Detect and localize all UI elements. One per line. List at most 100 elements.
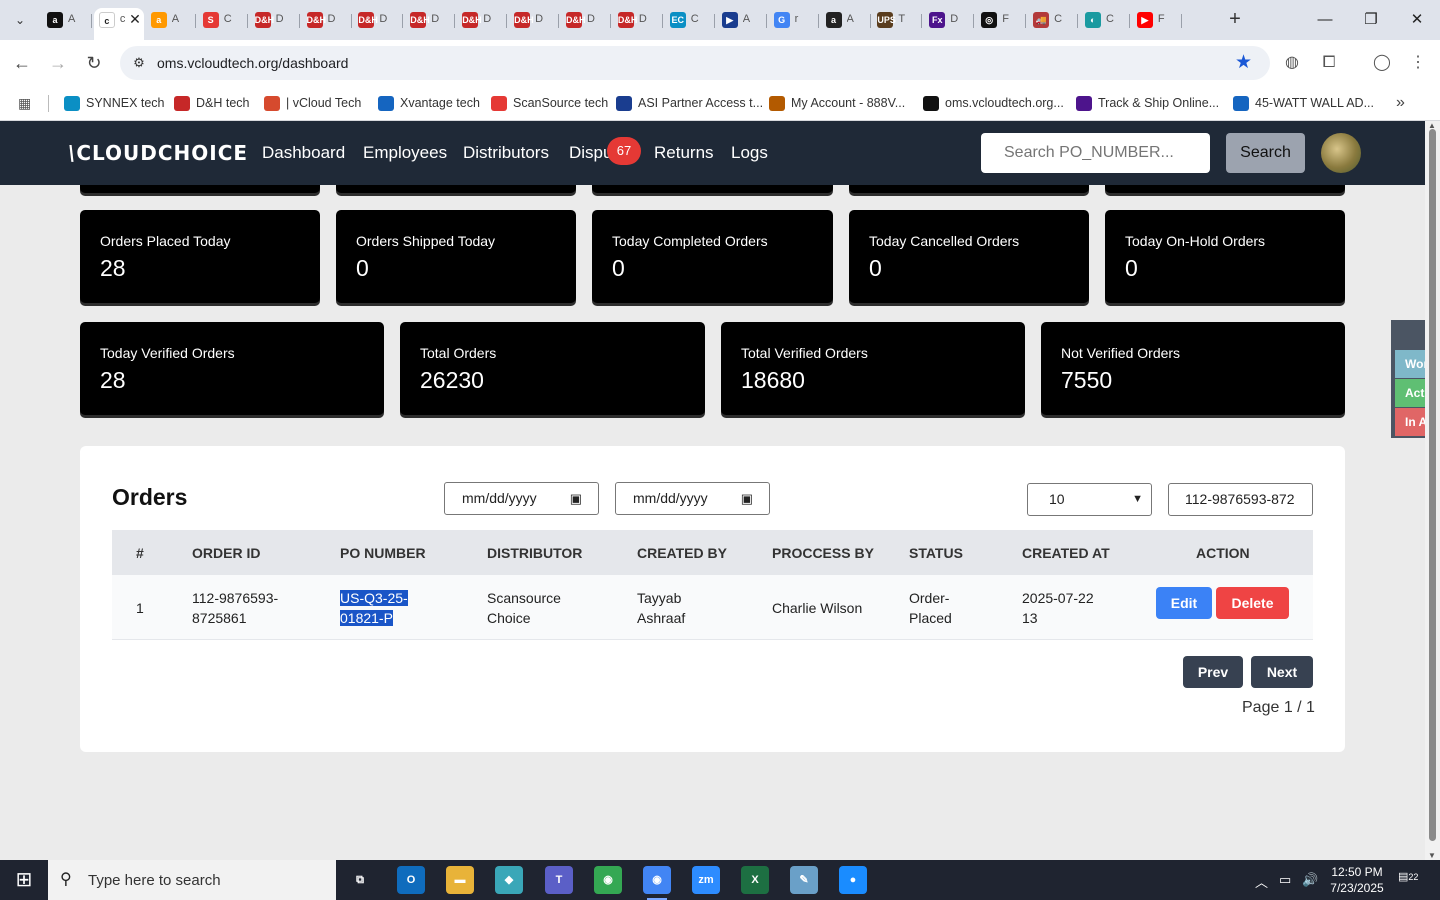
calendar-icon[interactable]: ▣: [570, 483, 582, 514]
app-blue-icon[interactable]: ●: [839, 866, 867, 894]
status-inactive-chip[interactable]: In Active: [1395, 408, 1425, 436]
next-page-button[interactable]: Next: [1251, 656, 1313, 688]
address-bar[interactable]: ⚙ oms.vcloudtech.org/dashboard ★: [120, 46, 1270, 80]
network-icon[interactable]: ▭: [1279, 872, 1291, 888]
stat-value: 28: [100, 367, 126, 393]
excel-icon[interactable]: X: [741, 866, 769, 894]
charger-icon: [1233, 96, 1249, 111]
browser-tab[interactable]: D&H D: [250, 8, 300, 34]
dh-icon: D&H: [617, 12, 637, 28]
browser-tab[interactable]: c c ✕: [93, 8, 144, 40]
status-working-chip[interactable]: Working: [1395, 350, 1425, 378]
app-diamond-icon[interactable]: ◆: [495, 866, 523, 894]
browser-tab[interactable]: SC: [198, 8, 248, 34]
prev-page-button[interactable]: Prev: [1183, 656, 1243, 688]
xvantage-icon: [378, 96, 394, 111]
new-tab-button[interactable]: +: [1224, 8, 1246, 32]
browser-tab[interactable]: EC C: [665, 8, 715, 34]
tab-title: D: [638, 13, 647, 25]
outlook-icon[interactable]: O: [397, 866, 425, 894]
browser-tab[interactable]: D&H D: [302, 8, 352, 34]
taskbar-search-box[interactable]: ⚲ Type here to search: [48, 860, 336, 900]
minimize-button[interactable]: —: [1310, 8, 1340, 32]
nav-returns[interactable]: Returns: [654, 143, 714, 163]
browser-tab[interactable]: Gr: [769, 8, 819, 34]
more-bookmarks-icon[interactable]: »: [1396, 94, 1405, 112]
cell-created-by: Tayyab Ashraaf: [637, 590, 686, 626]
clock-date: 7/23/2025: [1330, 881, 1384, 895]
tab-search-chevron-icon[interactable]: ⌄: [8, 8, 32, 32]
menu-kebab-icon[interactable]: ⋮: [1406, 51, 1430, 75]
po-search-input[interactable]: [981, 133, 1210, 173]
browser-tab[interactable]: UPS T: [872, 8, 922, 34]
date-from-input[interactable]: mm/dd/yyyy ▣: [444, 482, 599, 515]
browser-tab[interactable]: ▶ A: [717, 8, 767, 34]
tray-chevron-icon[interactable]: ︿: [1255, 872, 1268, 891]
scroll-down-icon[interactable]: ▼: [1428, 851, 1436, 860]
tab-title: T: [898, 13, 906, 25]
apps-grid-icon[interactable]: ▦: [18, 95, 34, 111]
reload-button[interactable]: ↻: [82, 51, 106, 75]
close-tab-icon[interactable]: ✕: [129, 11, 141, 28]
nav-logs[interactable]: Logs: [731, 143, 768, 163]
bookmark-star-icon[interactable]: ★: [1235, 51, 1252, 74]
calendar-icon[interactable]: ▣: [741, 483, 753, 514]
page-size-select[interactable]: 10 ▼: [1027, 483, 1152, 516]
notepad-icon[interactable]: ✎: [790, 866, 818, 894]
date-to-input[interactable]: mm/dd/yyyy ▣: [615, 482, 770, 515]
zoom-icon[interactable]: zm: [692, 866, 720, 894]
col-created-at: CREATED AT: [1022, 545, 1110, 561]
browser-tab[interactable]: aA: [821, 8, 871, 34]
nav-distributors[interactable]: Distributors: [463, 143, 549, 163]
bookmark-label: 45-WATT WALL AD...: [1255, 96, 1375, 110]
translate-icon[interactable]: ◍: [1280, 51, 1304, 75]
volume-icon[interactable]: 🔊: [1302, 872, 1318, 888]
teams-icon[interactable]: T: [545, 866, 573, 894]
browser-tab[interactable]: Fx D: [924, 8, 974, 34]
task-view-icon[interactable]: ⧉: [346, 866, 374, 894]
forward-button[interactable]: →: [46, 51, 70, 75]
browser-tab[interactable]: D&H D: [509, 8, 559, 34]
delete-button[interactable]: Delete: [1216, 587, 1289, 619]
browser-tab[interactable]: D&H D: [405, 8, 455, 34]
oms-icon: [923, 96, 939, 111]
file-explorer-icon[interactable]: ▬: [446, 866, 474, 894]
nav-dashboard[interactable]: Dashboard: [262, 143, 345, 163]
notification-center-icon[interactable]: ▤22: [1398, 870, 1422, 890]
order-filter-input[interactable]: 112-9876593-872: [1168, 483, 1313, 516]
col-order-id: ORDER ID: [192, 545, 261, 561]
browser-tab[interactable]: ▶ F: [1132, 8, 1182, 34]
windows-start-icon[interactable]: ⊞: [0, 860, 48, 900]
amazon-icon: a: [150, 12, 167, 28]
browser-tab[interactable]: D&H D: [613, 8, 663, 34]
browser-tab[interactable]: ◐ C: [1080, 8, 1130, 34]
chrome-icon[interactable]: ◉: [594, 866, 622, 894]
col-num: #: [136, 545, 144, 561]
nav-disputes[interactable]: Dispu: [569, 143, 612, 163]
stat-label: Orders Shipped Today: [356, 233, 496, 249]
back-button[interactable]: ←: [10, 51, 34, 75]
user-avatar[interactable]: [1321, 133, 1361, 173]
edit-button[interactable]: Edit: [1156, 587, 1212, 619]
site-settings-icon[interactable]: ⚙: [130, 54, 148, 72]
browser-tab[interactable]: aA: [42, 8, 92, 34]
system-clock[interactable]: 12:50 PM 7/23/2025: [1326, 864, 1388, 896]
close-window-button[interactable]: ✕: [1402, 8, 1432, 32]
extensions-icon[interactable]: ⧠: [1317, 51, 1341, 75]
browser-tab[interactable]: D&H D: [457, 8, 507, 34]
nav-employees[interactable]: Employees: [363, 143, 447, 163]
status-active-chip[interactable]: Active: [1395, 379, 1425, 407]
search-button[interactable]: Search: [1226, 133, 1305, 173]
restore-button[interactable]: ❐: [1356, 8, 1386, 32]
page-scrollbar[interactable]: ▲ ▼: [1425, 121, 1440, 860]
browser-tab[interactable]: 🚚 C: [1028, 8, 1078, 34]
browser-tab[interactable]: ◎ F: [976, 8, 1026, 34]
browser-tab[interactable]: aA: [146, 8, 196, 34]
profile-icon[interactable]: ◯: [1370, 51, 1394, 75]
browser-tab[interactable]: D&H D: [561, 8, 611, 34]
cloudchoice-logo[interactable]: \CLOUDCHOICE: [68, 141, 248, 165]
browser-tab[interactable]: D&H D: [353, 8, 403, 34]
col-po-number: PO NUMBER: [340, 545, 426, 561]
scrollbar-thumb[interactable]: [1429, 129, 1436, 841]
chrome-profile-icon[interactable]: ◉: [643, 866, 671, 900]
